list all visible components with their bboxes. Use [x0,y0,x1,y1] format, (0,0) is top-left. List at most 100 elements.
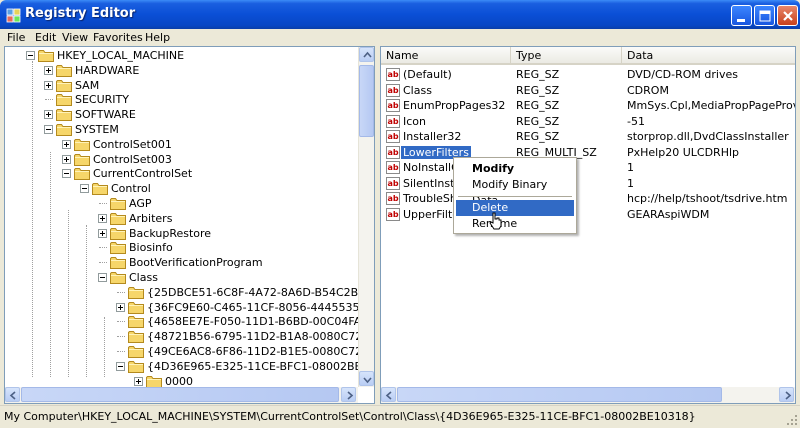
tree-node[interactable]: {48721B56-6795-11D2-B1A8-0080C72E74A2} [5,329,374,344]
value-row[interactable]: abUpperFiltersZGEARAspiWDM [381,207,795,223]
column-header-data[interactable]: Data [622,47,795,65]
tree-node[interactable]: {36FC9E60-C465-11CF-8056-444553540000} [5,300,374,315]
tree-node-label: {4658EE7E-F050-11D1-B6BD-00C04FA372A7} [147,315,374,329]
tree-node-label: {36FC9E60-C465-11CF-8056-444553540000} [147,300,374,314]
folder-icon [128,286,144,299]
maximize-button[interactable] [754,5,775,26]
scroll-up-button[interactable] [359,47,374,62]
menu-edit[interactable]: Edit [35,31,56,44]
value-data: GEARAspiWDM [627,207,710,221]
tree-node[interactable]: SOFTWARE [5,107,355,122]
value-row[interactable]: ab LowerFilters REG_MULTI_SZ PxHelp20 ULCDR… [381,145,795,161]
minimize-button[interactable] [731,5,752,26]
tree-node[interactable]: AGP [5,196,355,211]
menu-help[interactable]: Help [145,31,170,44]
tree-node[interactable]: Class [5,270,355,285]
tree-node-label: 0000 [165,374,193,388]
tree-guide-line [86,225,87,377]
collapse-icon[interactable] [80,184,89,194]
value-type: REG_SZ [516,114,560,128]
scroll-right-button[interactable] [341,387,356,402]
menu-file[interactable]: File [7,31,25,44]
tree-node[interactable]: BackupRestore [5,226,355,241]
scroll-left-button[interactable] [5,387,20,402]
tree-node[interactable]: {25DBCE51-6C8F-4A72-8A6D-B54C2B4FC835} [5,285,374,300]
tree-node[interactable]: {49CE6AC8-6F86-11D2-B1E5-0080C72E74A2} [5,344,374,359]
tree-node[interactable]: {4D36E965-E325-11CE-BFC1-08002BE10318} [5,359,374,374]
value-row[interactable]: ab Icon REG_SZ -51 [381,114,795,130]
tree-node[interactable]: SYSTEM [5,122,355,137]
column-header-type[interactable]: Type [511,47,622,65]
tree-node[interactable]: Arbiters [5,211,355,226]
value-row[interactable]: ab Class REG_SZ CDROM [381,83,795,99]
resize-grip-icon[interactable] [786,414,798,426]
expand-icon[interactable] [134,376,143,386]
values-list-pane[interactable]: Name Type Data ab (Default) REG_SZ DVD/CD-R… [380,46,796,404]
tree-node[interactable]: Control [5,181,355,196]
close-icon [783,11,793,21]
folder-icon [56,64,72,77]
menu-favorites[interactable]: Favorites [93,31,143,44]
expand-icon[interactable] [44,80,53,90]
tree-node[interactable]: {4658EE7E-F050-11D1-B6BD-00C04FA372A7} [5,314,374,329]
list-scroll-left-button[interactable] [381,387,396,402]
value-data: CDROM [627,83,669,97]
menu-view[interactable]: View [62,31,88,44]
hscroll-thumb[interactable] [21,387,339,402]
tree-horizontal-scrollbar[interactable] [5,387,358,403]
string-value-icon: ab [386,145,400,159]
collapse-icon[interactable] [116,361,125,371]
tree-node[interactable]: HKEY_LOCAL_MACHINE [5,48,355,63]
hand-cursor-icon [489,212,502,230]
key-tree-pane[interactable]: HKEY_LOCAL_MACHINE HARDWARE SAM SECURITY SOF… [4,46,375,404]
scroll-thumb[interactable] [359,65,374,137]
scroll-down-button[interactable] [359,371,374,386]
value-row[interactable]: ab (Default) REG_SZ DVD/CD-ROM drives [381,67,795,83]
folder-icon [56,123,72,136]
value-row[interactable]: ab Installer32 REG_SZ storprop.dll,DvdClass… [381,129,795,145]
tree-node[interactable]: ControlSet003 [5,152,355,167]
expand-icon[interactable] [44,65,53,75]
tree-node[interactable]: ControlSet001 [5,137,355,152]
context-menu-delete[interactable]: Delete [456,200,574,216]
tree-node[interactable]: CurrentControlSet [5,166,355,181]
tree-vertical-scrollbar[interactable] [358,47,374,387]
expand-icon[interactable] [44,110,53,120]
column-header-name[interactable]: Name [381,47,511,65]
expand-icon[interactable] [98,228,107,238]
tree-node[interactable]: SAM [5,78,355,93]
expand-icon[interactable] [98,213,107,223]
context-menu-rename[interactable]: Rename [456,216,574,232]
folder-icon [146,375,162,388]
tree-node[interactable]: HARDWARE [5,63,355,78]
tree-node[interactable]: Biosinfo [5,240,355,255]
value-row[interactable]: ab SilentInstall 1 [381,176,795,192]
context-menu-modify-binary[interactable]: Modify Binary Data [456,177,574,207]
expand-icon[interactable] [62,139,71,149]
collapse-icon[interactable] [44,125,53,134]
expand-icon[interactable] [116,302,125,312]
list-scroll-right-button[interactable] [779,387,794,402]
tree-guide-line [32,61,33,377]
list-hscroll-thumb[interactable] [397,387,722,402]
arrow-right-icon [785,391,792,400]
collapse-icon[interactable] [26,51,35,60]
value-row[interactable]: ab TroubleShoo hcp://help/tshoot/tsdrive.h… [381,191,795,207]
folder-icon [56,93,72,107]
tree-node-label: BootVerificationProgram [129,256,263,270]
collapse-icon[interactable] [62,169,71,179]
close-button[interactable] [777,5,798,26]
tree-connector [99,262,107,264]
collapse-icon[interactable] [98,273,107,282]
tree-connector [99,247,107,249]
tree-node[interactable]: SECURITY [5,92,355,107]
expand-icon[interactable] [62,154,71,164]
value-row[interactable]: ab EnumPropPages32 REG_SZ MmSys.Cpl,MediaPr… [381,98,795,114]
list-horizontal-scrollbar[interactable] [381,387,795,403]
title-bar[interactable]: Registry Editor [0,0,800,29]
status-path: My Computer\HKEY_LOCAL_MACHINE\SYSTEM\Cu… [4,410,696,423]
context-menu-modify[interactable]: Modify [456,161,574,177]
tree-node[interactable]: BootVerificationProgram [5,255,355,270]
tree-connector [45,99,53,101]
value-row[interactable]: ab NoInstallClas 1 [381,160,795,176]
